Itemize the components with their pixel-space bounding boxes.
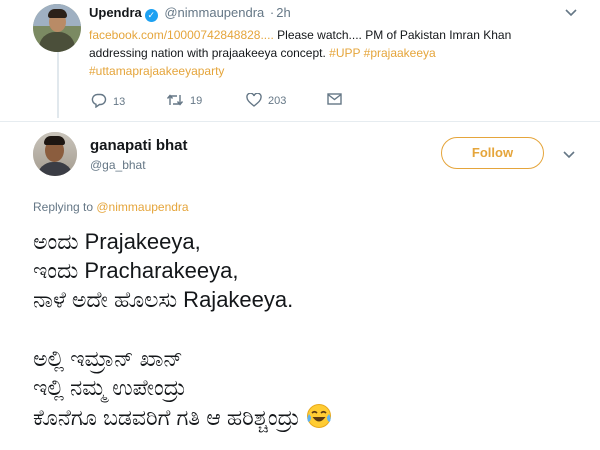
- chevron-down-icon[interactable]: [563, 6, 579, 20]
- replying-to-mention[interactable]: @nimmaupendra: [96, 200, 188, 214]
- author-handle[interactable]: @nimmaupendra: [164, 5, 264, 20]
- retweet-count: 19: [190, 95, 203, 107]
- retweet-button[interactable]: 19: [166, 93, 202, 107]
- reply-avatar[interactable]: [33, 132, 77, 176]
- like-button[interactable]: 203: [246, 92, 287, 107]
- retweet-icon: [166, 94, 184, 106]
- hashtag-upp[interactable]: #UPP: [329, 46, 360, 60]
- separator-dot: ·: [269, 5, 275, 20]
- verified-badge-icon: ✓: [144, 9, 158, 22]
- reply-count: 13: [113, 96, 126, 108]
- reply-line-2: ಇಂದು Pracharakeeya,: [33, 258, 239, 283]
- tweet-link[interactable]: facebook.com/10000742848828....: [89, 28, 274, 42]
- reply-button[interactable]: 13: [91, 93, 126, 109]
- like-count: 203: [268, 95, 287, 107]
- face-with-tears-of-joy-icon: [306, 403, 332, 436]
- follow-button[interactable]: Follow: [441, 137, 544, 169]
- tweet-header: Upendra ✓ @nimmaupendra · 2h: [89, 5, 291, 22]
- reply-line-1: ಅಂದು Prajakeeya,: [33, 229, 201, 254]
- reply-icon: [91, 93, 107, 109]
- hashtag-prajaakeeya[interactable]: #prajaakeeya: [364, 46, 436, 60]
- reply-line-6-wrapper: ಕೊನೆಗೂ ಬಡವರಿಗೆ ಗತಿ ಆ ಹರಿಶ್ಚಂದ್ರು: [33, 403, 332, 436]
- direct-message-button[interactable]: [327, 93, 348, 105]
- hashtag-uttamaprajaakeeyaparty[interactable]: #uttamaprajaakeeyaparty: [89, 64, 224, 78]
- tweet-thread-page: Upendra ✓ @nimmaupendra · 2h facebook.com/…: [0, 0, 600, 450]
- replying-to-label: Replying to: [33, 200, 97, 214]
- chevron-down-icon[interactable]: [561, 148, 577, 162]
- heart-icon: [246, 92, 262, 107]
- tweet-text: facebook.com/10000742848828.... Please w…: [89, 26, 569, 80]
- replying-to-line: Replying to @nimmaupendra: [33, 200, 189, 214]
- avatar[interactable]: [33, 4, 81, 52]
- author-name[interactable]: Upendra: [89, 5, 142, 20]
- reply-line-3: ನಾಳೆ ಅದೇ ಹೊಲಸು Rajakeeya.: [33, 287, 294, 312]
- reply-author-name[interactable]: ganapati bhat: [90, 137, 188, 154]
- envelope-icon: [327, 93, 342, 105]
- tweet-timestamp[interactable]: 2h: [276, 5, 290, 20]
- original-tweet[interactable]: Upendra ✓ @nimmaupendra · 2h facebook.com/…: [0, 0, 600, 120]
- reply-line-5: ಇಲ್ಲಿ ನಮ್ಮ ಉಪೇಂದ್ರು: [33, 375, 186, 400]
- reply-author-handle[interactable]: @ga_bhat: [90, 158, 146, 172]
- tweet-divider: [0, 121, 600, 122]
- thread-connector-line: [57, 52, 59, 118]
- reply-line-4: ಅಲ್ಲಿ ಇಮ್ರಾನ್ ಖಾನ್: [33, 346, 183, 371]
- reply-line-6: ಕೊನೆಗೂ ಬಡವರಿಗೆ ಗತಿ ಆ ಹರಿಶ್ಚಂದ್ರು: [33, 405, 300, 430]
